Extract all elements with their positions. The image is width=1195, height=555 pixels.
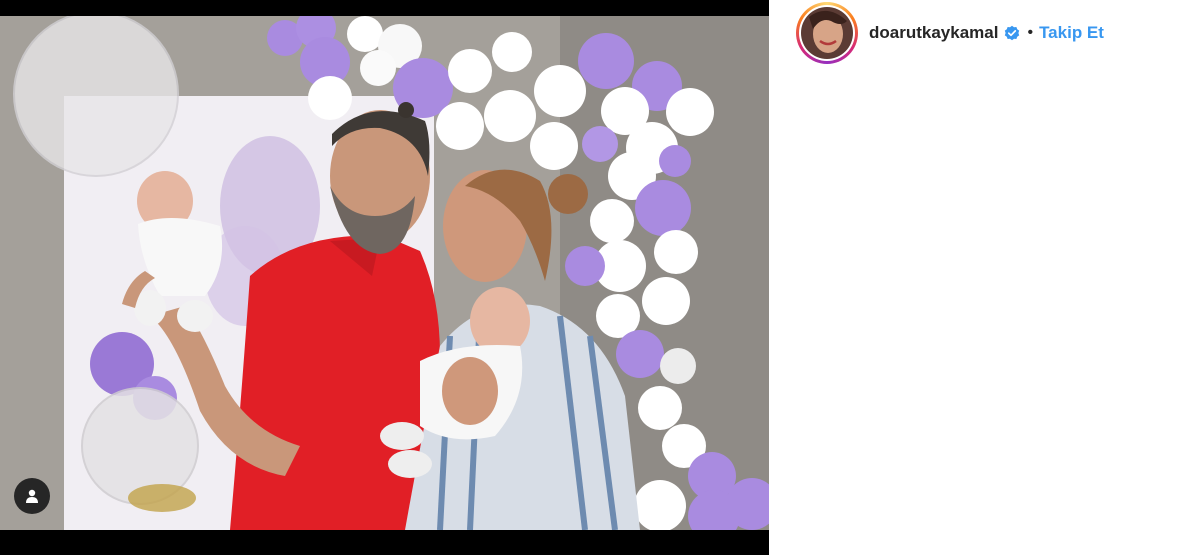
profile-avatar[interactable]: [796, 2, 858, 64]
tagged-users-button[interactable]: [14, 478, 50, 514]
follow-button[interactable]: Takip Et: [1039, 23, 1104, 43]
post-photo: [0, 16, 769, 530]
post-header: doarutkaykamal • Takip Et: [770, 0, 1195, 66]
person-icon: [26, 489, 38, 503]
separator-dot: •: [1027, 24, 1034, 41]
verified-badge-icon: [1005, 25, 1020, 41]
post-media: [0, 0, 769, 555]
avatar-image: [801, 7, 853, 59]
username-link[interactable]: doarutkaykamal: [869, 23, 998, 43]
